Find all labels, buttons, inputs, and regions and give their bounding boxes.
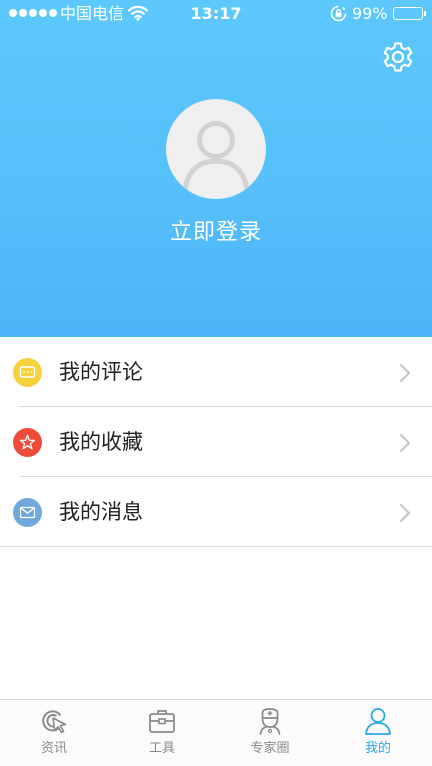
login-link[interactable]: 立即登录 <box>0 218 432 248</box>
bottom-tab-bar: 资讯 工具 专家圈 我的 <box>0 699 432 766</box>
chevron-right-icon <box>399 433 411 457</box>
tab-label: 我的 <box>364 741 391 756</box>
profile-header: 中国电信 13:17 99% 立即登录 <box>0 0 432 337</box>
default-user-avatar-icon <box>182 121 250 194</box>
tab-label: 工具 <box>148 741 175 756</box>
battery-percentage: 99% <box>352 4 388 23</box>
chevron-right-icon <box>399 503 411 527</box>
menu-item-my-comments[interactable]: 我的评论 <box>0 337 432 407</box>
tab-tools[interactable]: 工具 <box>108 700 216 766</box>
profile-menu: 我的评论 我的收藏 我的消息 <box>0 337 432 547</box>
doctor-icon <box>255 706 285 740</box>
tab-experts[interactable]: 专家圈 <box>216 700 324 766</box>
menu-item-label: 我的评论 <box>59 360 143 384</box>
divider <box>0 546 432 547</box>
tab-label: 专家圈 <box>250 741 290 756</box>
status-bar: 中国电信 13:17 99% <box>0 0 432 28</box>
menu-item-label: 我的消息 <box>59 500 143 524</box>
settings-button[interactable] <box>381 40 415 74</box>
chevron-right-icon <box>399 363 411 387</box>
battery-icon <box>393 7 426 20</box>
rotation-lock-icon <box>330 5 347 26</box>
comment-icon <box>13 358 42 387</box>
menu-item-my-favorites[interactable]: 我的收藏 <box>0 407 432 477</box>
star-icon <box>13 428 42 457</box>
tab-label: 资讯 <box>40 741 67 756</box>
tab-mine[interactable]: 我的 <box>324 700 432 766</box>
mail-icon <box>13 498 42 527</box>
avatar[interactable] <box>166 99 266 199</box>
menu-item-label: 我的收藏 <box>59 430 143 454</box>
menu-item-my-messages[interactable]: 我的消息 <box>0 477 432 547</box>
toolbox-icon <box>147 706 177 740</box>
tab-news[interactable]: 资讯 <box>0 700 108 766</box>
news-icon <box>39 706 69 740</box>
gear-icon <box>383 42 413 72</box>
user-icon <box>363 706 393 740</box>
